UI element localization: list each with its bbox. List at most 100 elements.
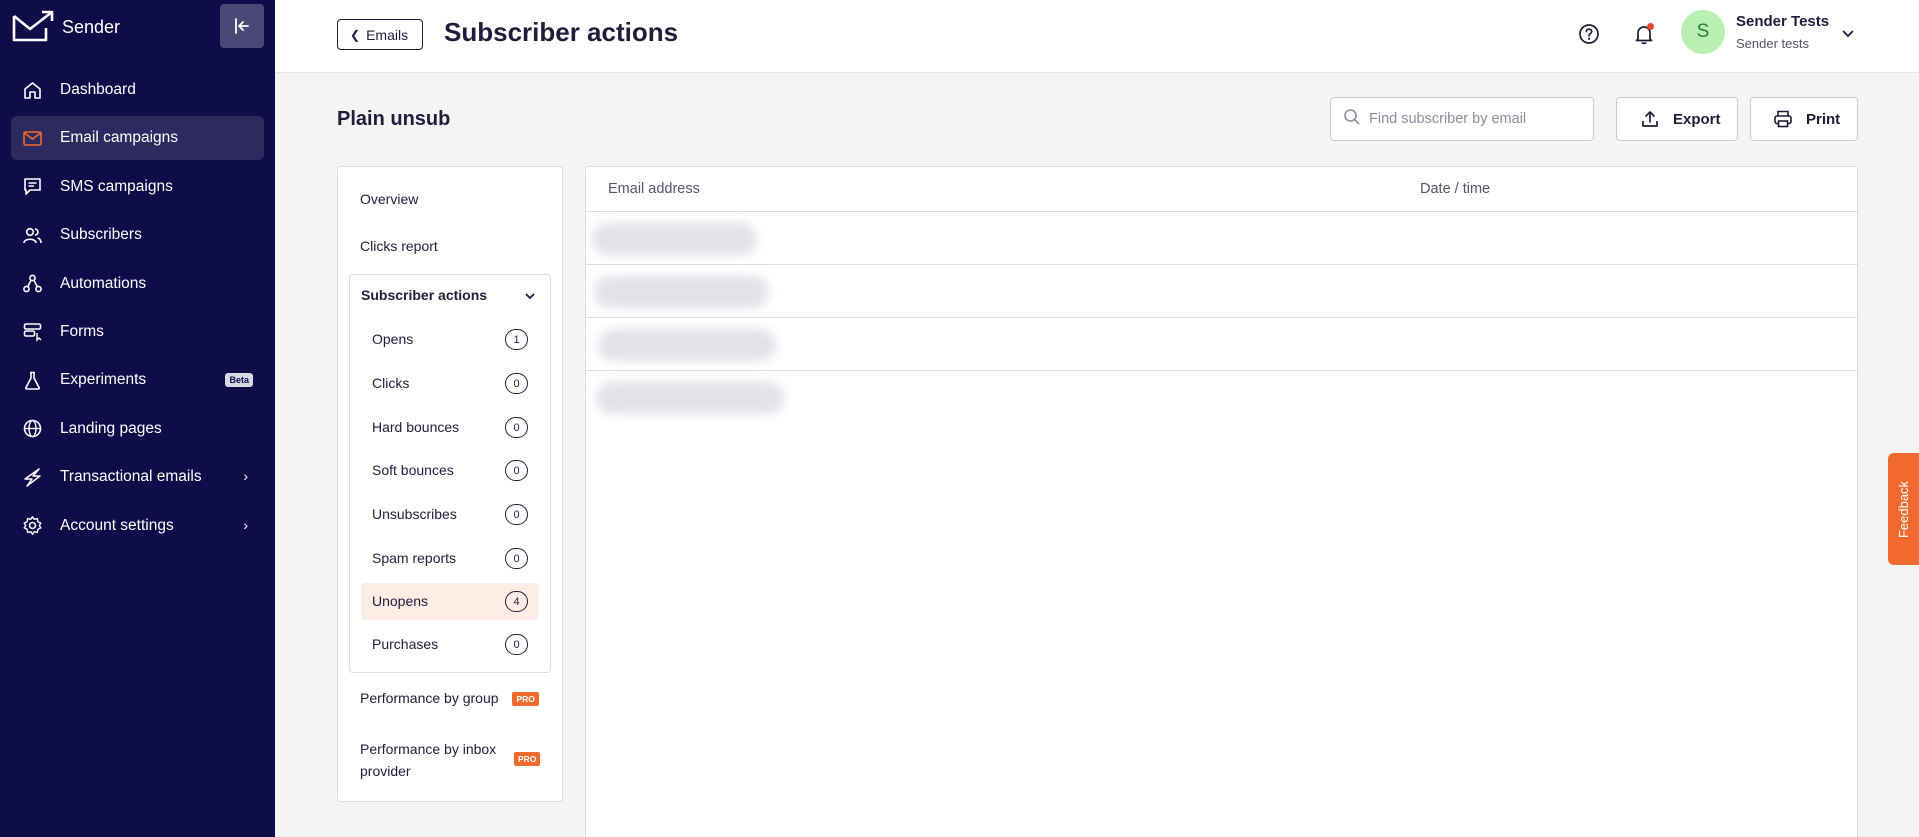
sender-logo-icon (12, 10, 54, 42)
search-icon (1343, 108, 1361, 131)
top-header: ❮ Emails Subscriber actions S Sender Tes… (275, 0, 1919, 73)
report-link-performance-by-group[interactable]: Performance by group PRO (360, 690, 539, 707)
campaign-name: Plain unsub (337, 108, 451, 130)
report-link-clicks[interactable]: Clicks report (360, 238, 438, 254)
action-label: Hard bounces (372, 419, 460, 435)
chat-icon (21, 176, 43, 198)
count-badge: 0 (505, 460, 528, 481)
sidebar-item-dashboard[interactable]: Dashboard (11, 68, 264, 112)
collapse-sidebar-button[interactable] (220, 4, 264, 48)
action-item-clicks[interactable]: Clicks 0 (361, 365, 539, 402)
printer-icon (1773, 109, 1793, 129)
action-item-opens[interactable]: Opens 1 (361, 321, 539, 358)
avatar: S (1681, 10, 1725, 54)
subscriber-actions-group: Subscriber actions Opens 1 Clicks 0 Hard… (349, 274, 551, 673)
chevron-right-icon: › (243, 516, 248, 533)
sidebar-item-label: SMS campaigns (60, 177, 173, 195)
action-item-soft-bounces[interactable]: Soft bounces 0 (361, 452, 539, 489)
sidebar-item-landing-pages[interactable]: Landing pages (11, 407, 264, 451)
search-box[interactable] (1330, 97, 1594, 141)
print-button[interactable]: Print (1750, 97, 1858, 141)
action-item-unopens[interactable]: Unopens 4 (361, 583, 539, 620)
print-label: Print (1806, 110, 1841, 128)
sidebar-nav: Dashboard Email campaigns SMS campaigns … (11, 68, 264, 552)
action-item-spam-reports[interactable]: Spam reports 0 (361, 540, 539, 577)
sidebar-item-label: Dashboard (60, 81, 136, 98)
automation-icon (21, 273, 43, 295)
user-menu[interactable]: S Sender Tests Sender tests (1681, 10, 1829, 54)
sidebar-item-transactional-emails[interactable]: Transactional emails › (11, 455, 264, 499)
action-item-purchases[interactable]: Purchases 0 (361, 626, 539, 663)
sidebar-item-label: Subscribers (60, 226, 142, 244)
sidebar-item-experiments[interactable]: Experiments Beta (11, 358, 264, 402)
back-to-emails-button[interactable]: ❮ Emails (337, 19, 424, 50)
bell-icon[interactable] (1629, 19, 1659, 49)
search-input[interactable] (1369, 111, 1569, 127)
user-name: Sender Tests (1736, 13, 1830, 30)
pro-badge: PRO (514, 752, 541, 766)
count-badge: 0 (505, 417, 528, 438)
page-title: Subscriber actions (444, 17, 679, 47)
sidebar-item-forms[interactable]: Forms (11, 310, 264, 354)
table-row[interactable] (586, 371, 1857, 424)
sidebar-item-label: Email campaigns (60, 129, 179, 147)
sidebar-item-label: Automations (60, 274, 147, 292)
beta-badge: Beta (225, 373, 253, 388)
collapse-icon (235, 18, 249, 34)
redacted-email (596, 382, 784, 414)
feedback-label: Feedback (1896, 480, 1911, 538)
sidebar-item-label: Account settings (60, 516, 174, 534)
action-label: Soft bounces (372, 462, 454, 478)
action-item-unsubscribes[interactable]: Unsubscribes 0 (361, 496, 539, 533)
report-link-performance-by-inbox[interactable]: Performance by inbox provider (360, 738, 500, 782)
count-badge: 1 (505, 329, 528, 350)
action-label: Unopens (372, 593, 429, 609)
table-row[interactable] (586, 318, 1857, 371)
sidebar: Sender Dashboard Email campaigns SMS cam… (0, 0, 275, 837)
export-label: Export (1673, 110, 1721, 128)
user-account: Sender tests (1736, 36, 1809, 51)
report-link-overview[interactable]: Overview (360, 191, 418, 207)
upload-icon (1640, 109, 1660, 129)
sidebar-item-label: Transactional emails (60, 468, 202, 486)
home-icon (21, 79, 43, 101)
feedback-tab[interactable]: Feedback (1888, 453, 1919, 565)
sidebar-item-email-campaigns[interactable]: Email campaigns (11, 116, 264, 161)
users-icon (21, 224, 43, 246)
action-item-hard-bounces[interactable]: Hard bounces 0 (361, 409, 539, 446)
subscribers-table: Email address Date / time (585, 166, 1858, 837)
gear-icon (21, 515, 43, 537)
forms-icon (21, 321, 43, 343)
chevron-down-icon[interactable] (524, 289, 536, 307)
action-label: Opens (372, 331, 414, 347)
chevron-down-icon[interactable] (1841, 26, 1855, 45)
table-row[interactable] (586, 265, 1857, 318)
sidebar-item-sms-campaigns[interactable]: SMS campaigns (11, 165, 264, 209)
back-button-label: Emails (366, 26, 409, 43)
notification-dot (1647, 23, 1654, 30)
count-badge: 0 (505, 504, 528, 525)
table-row[interactable] (586, 212, 1857, 265)
sidebar-item-automations[interactable]: Automations (11, 262, 264, 306)
sidebar-item-label: Landing pages (60, 419, 162, 437)
column-header-datetime[interactable]: Date / time (1420, 181, 1490, 197)
chevron-left-icon: ❮ (350, 27, 361, 42)
count-badge: 0 (505, 548, 528, 569)
count-badge: 0 (505, 634, 528, 655)
chevron-right-icon: › (243, 468, 248, 485)
export-button[interactable]: Export (1616, 97, 1738, 141)
action-label: Clicks (372, 375, 410, 391)
brand-name: Sender (62, 16, 121, 37)
column-header-email[interactable]: Email address (608, 181, 700, 197)
sidebar-item-label: Experiments (60, 371, 147, 389)
bolt-icon (21, 466, 43, 488)
action-label: Spam reports (372, 550, 457, 566)
subscriber-actions-toggle[interactable]: Subscriber actions (361, 287, 487, 303)
redacted-email (592, 223, 757, 255)
sidebar-item-subscribers[interactable]: Subscribers (11, 213, 264, 257)
count-badge: 4 (505, 591, 528, 612)
help-icon[interactable] (1574, 19, 1604, 49)
report-menu: Overview Clicks report Subscriber action… (337, 166, 563, 802)
brand-logo[interactable]: Sender (12, 10, 120, 44)
sidebar-item-account-settings[interactable]: Account settings › (11, 504, 264, 548)
